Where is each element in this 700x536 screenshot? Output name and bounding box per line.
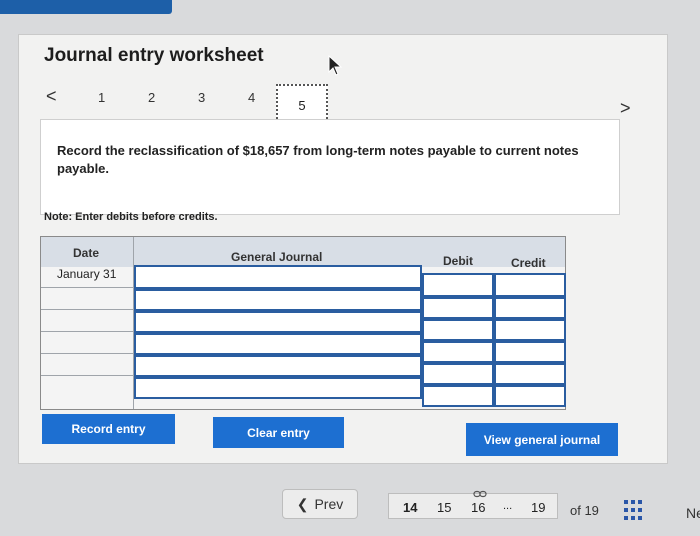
top-bar xyxy=(0,0,172,14)
page-14[interactable]: 14 xyxy=(403,500,417,515)
credit-input-row-4[interactable] xyxy=(494,341,566,363)
step-5-label: 5 xyxy=(298,98,306,113)
link-icon xyxy=(473,490,487,498)
debit-input-row-3[interactable] xyxy=(422,319,494,341)
header-debit: Debit xyxy=(443,254,473,268)
account-input-row-2[interactable] xyxy=(134,289,422,311)
header-date: Date xyxy=(73,246,100,260)
step-3[interactable]: 3 xyxy=(198,90,205,105)
account-input-row-3[interactable] xyxy=(134,311,422,333)
step-2[interactable]: 2 xyxy=(148,90,155,105)
credit-input-row-1[interactable] xyxy=(494,273,566,297)
debit-input-row-2[interactable] xyxy=(422,297,494,319)
prev-page-button[interactable]: ❮ Prev xyxy=(282,489,358,519)
step-1[interactable]: 1 xyxy=(98,90,105,105)
header-date-cell: Date xyxy=(41,237,133,267)
account-input-row-5[interactable] xyxy=(134,355,422,377)
account-input-row-6[interactable] xyxy=(134,377,422,399)
page-15[interactable]: 15 xyxy=(437,500,451,515)
date-january-31[interactable]: January 31 xyxy=(57,267,116,281)
credit-input-row-6[interactable] xyxy=(494,385,566,407)
clear-entry-button[interactable]: Clear entry xyxy=(213,417,344,448)
record-entry-button[interactable]: Record entry xyxy=(42,414,175,444)
header-debit-cell: Debit xyxy=(423,237,495,268)
header-general-cell: General Journal xyxy=(133,237,423,267)
instruction-text: Record the reclassification of $18,657 f… xyxy=(57,143,579,176)
journal-table: Date General Journal Debit Credit Januar… xyxy=(40,236,566,410)
prev-label: Prev xyxy=(314,496,344,512)
header-credit-cell: Credit xyxy=(495,237,565,270)
debit-input-row-1[interactable] xyxy=(422,273,494,297)
credit-input-row-5[interactable] xyxy=(494,363,566,385)
credit-input-row-3[interactable] xyxy=(494,319,566,341)
mouse-cursor-icon xyxy=(328,54,343,76)
debit-input-row-5[interactable] xyxy=(422,363,494,385)
page-ellipsis: ... xyxy=(503,500,513,512)
page-total: of 19 xyxy=(570,503,599,518)
page-title: Journal entry worksheet xyxy=(44,45,264,66)
next-button-partial[interactable]: Ne xyxy=(686,505,700,521)
note-text: Note: Enter debits before credits. xyxy=(44,211,218,223)
chevron-left-icon: ❮ xyxy=(296,495,309,512)
debit-input-row-4[interactable] xyxy=(422,341,494,363)
account-input-row-4[interactable] xyxy=(134,333,422,355)
header-credit: Credit xyxy=(511,256,546,270)
previous-step-icon[interactable]: < xyxy=(46,86,57,107)
step-4[interactable]: 4 xyxy=(248,90,255,105)
account-input-row-1[interactable] xyxy=(134,265,422,289)
next-step-icon[interactable]: > xyxy=(620,98,631,119)
page-16[interactable]: 16 xyxy=(471,500,485,515)
header-general-journal: General Journal xyxy=(231,250,323,264)
instruction-box: Record the reclassification of $18,657 f… xyxy=(40,119,620,215)
credit-input-row-2[interactable] xyxy=(494,297,566,319)
debit-input-row-6[interactable] xyxy=(422,385,494,407)
grid-menu-icon[interactable] xyxy=(624,500,642,520)
page-19[interactable]: 19 xyxy=(531,500,545,515)
page-selector: 14 15 16 ... 19 xyxy=(388,490,558,519)
view-general-journal-button[interactable]: View general journal xyxy=(466,423,618,456)
